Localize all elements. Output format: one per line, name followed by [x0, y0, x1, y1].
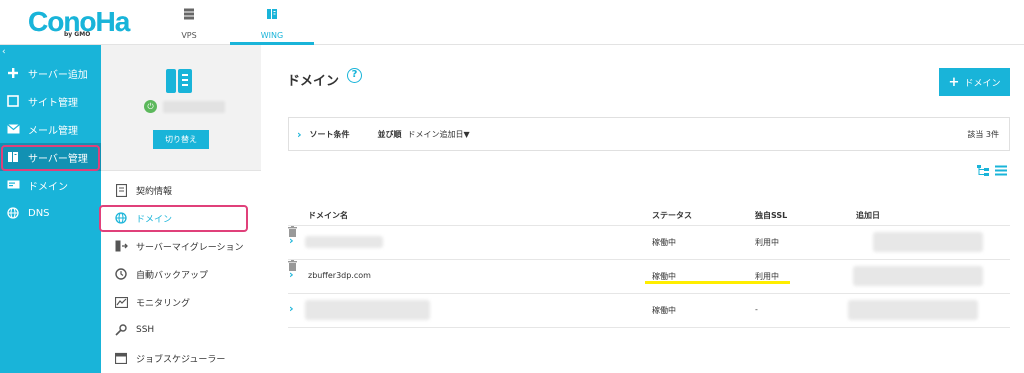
tree-view-icon[interactable]	[977, 165, 989, 176]
power-status-icon: ⏻	[144, 100, 157, 113]
ssl-text: 利用中	[755, 238, 779, 247]
server-summary: ⏻ 切り替え	[101, 45, 261, 171]
menu-item-monitoring[interactable]: モニタリング	[101, 288, 261, 316]
status-text: 稼働中	[652, 306, 676, 315]
add-domain-button[interactable]: + ドメイン	[939, 68, 1010, 96]
domain-name[interactable]: zbuffer3dp.com	[308, 271, 371, 280]
menu-item-scheduler[interactable]: ジョブスケジューラー	[101, 344, 261, 372]
collapse-icon[interactable]: ‹	[2, 47, 6, 57]
sidebar-item-mail[interactable]: メール管理	[0, 115, 101, 143]
contract-icon	[114, 183, 128, 197]
tab-vps-label: VPS	[181, 31, 197, 40]
table-row[interactable]: › 稼働中 利用中	[288, 226, 1010, 260]
col-ssl: 独自SSL	[755, 211, 788, 220]
sort-order-label: 並び順	[377, 129, 402, 139]
chevron-right-icon: ›	[297, 127, 302, 141]
col-status: ステータス	[652, 211, 692, 220]
sidebar-item-label: ドメイン	[28, 181, 68, 193]
menu-item-label: 契約情報	[136, 186, 173, 197]
tab-vps[interactable]: VPS	[147, 0, 231, 45]
add-domain-label: ドメイン	[964, 78, 1001, 89]
added-date-blurred	[848, 300, 978, 320]
table-row[interactable]: › zbuffer3dp.com 稼働中 利用中	[288, 260, 1010, 294]
calendar-icon	[114, 352, 128, 365]
added-date-blurred	[853, 266, 983, 286]
ssl-text: -	[755, 305, 758, 314]
sidebar-item-label: サイト管理	[28, 97, 78, 109]
yellow-marker	[645, 281, 790, 284]
help-icon[interactable]: ?	[347, 68, 362, 83]
menu-item-label: ジョブスケジューラー	[136, 354, 226, 365]
menu-item-label: サーバーマイグレーション	[136, 242, 244, 253]
tab-wing[interactable]: WING	[230, 0, 314, 45]
mail-icon	[6, 123, 20, 135]
menu-item-backup[interactable]: 自動バックアップ	[101, 260, 261, 288]
sort-bar[interactable]: › ソート条件 並び順 ドメイン追加日▼ 該当 3件	[288, 117, 1010, 151]
server-stack-icon	[184, 8, 194, 20]
sort-order-value[interactable]: ドメイン追加日▼	[408, 129, 470, 140]
menu-item-ssh[interactable]: SSH	[101, 316, 261, 344]
plus-icon: +	[948, 74, 960, 90]
server-large-icon	[166, 69, 192, 93]
sidebar-item-label: DNS	[28, 207, 50, 219]
table-row[interactable]: › 稼働中 -	[288, 294, 1010, 328]
domain-card-icon	[6, 179, 20, 191]
table-header: ドメイン名 ステータス 独自SSL 追加日	[288, 204, 1010, 226]
sidebar: ‹ サーバー追加 サイト管理 メール管理 サーバー管理 ドメイン DNS	[0, 45, 101, 373]
backup-icon	[114, 268, 128, 281]
switch-button[interactable]: 切り替え	[153, 130, 209, 149]
status-text: 稼働中	[652, 238, 676, 247]
list-view-icon[interactable]	[995, 165, 1007, 176]
plus-icon	[6, 67, 20, 79]
sidebar-item-site[interactable]: サイト管理	[0, 87, 101, 115]
menu-item-contract[interactable]: 契約情報	[101, 176, 261, 204]
top-bar: ConoHa by GMO VPS WING	[0, 0, 1024, 45]
sidebar-item-add-server[interactable]: サーバー追加	[0, 59, 101, 87]
sidebar-item-dns[interactable]: DNS	[0, 199, 101, 227]
domain-name-blurred	[305, 300, 430, 320]
monitor-icon	[114, 296, 128, 309]
server-menu-highlight	[1, 145, 100, 171]
added-date-blurred	[873, 232, 983, 252]
sidebar-item-label: メール管理	[28, 125, 78, 137]
page-title: ドメイン	[287, 74, 340, 89]
menu-item-label: 自動バックアップ	[136, 270, 209, 281]
domain-menu-highlight	[99, 205, 248, 232]
sidebar-item-label: サーバー追加	[28, 69, 88, 81]
tab-wing-label: WING	[260, 31, 284, 40]
window-icon	[6, 95, 20, 107]
domain-name-blurred	[305, 236, 383, 248]
col-added-date: 追加日	[856, 211, 880, 220]
menu-item-label: モニタリング	[136, 298, 191, 309]
migration-icon	[114, 240, 128, 253]
menu-item-label: SSH	[136, 325, 155, 335]
key-icon	[114, 324, 128, 337]
server-name-blurred	[163, 101, 225, 113]
view-toggle	[977, 165, 1007, 176]
sort-label: ソート条件	[309, 129, 350, 139]
logo-subtitle: by GMO	[64, 31, 91, 38]
globe-icon	[6, 207, 20, 219]
server-menu: 契約情報 ドメイン サーバーマイグレーション 自動バックアップ モニタリング S…	[101, 171, 261, 373]
col-domain-name: ドメイン名	[308, 211, 348, 220]
wing-server-icon	[267, 9, 277, 19]
main-content: ドメイン ? + ドメイン › ソート条件 並び順 ドメイン追加日▼ 該当 3件…	[262, 45, 1024, 373]
menu-item-migration[interactable]: サーバーマイグレーション	[101, 232, 261, 260]
sidebar-item-domain[interactable]: ドメイン	[0, 171, 101, 199]
chevron-right-icon[interactable]: ›	[289, 268, 294, 281]
result-count: 該当 3件	[967, 129, 999, 139]
chevron-right-icon[interactable]: ›	[289, 302, 294, 315]
chevron-right-icon[interactable]: ›	[289, 234, 294, 247]
